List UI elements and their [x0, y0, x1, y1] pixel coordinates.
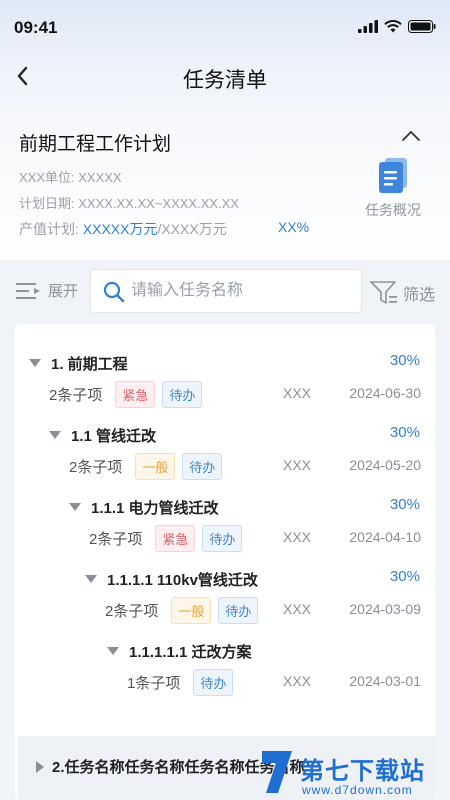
task-date: 2024-03-09 — [349, 601, 421, 617]
plan-unit: XXX单位: XXXXX — [19, 170, 122, 185]
search-icon — [103, 281, 125, 303]
subitem-count: 2条子项 — [89, 530, 143, 548]
plan-title: 前期工程工作计划 — [19, 134, 172, 155]
priority-tag: 紧急 — [155, 524, 196, 552]
chevron-up-icon[interactable] — [400, 128, 422, 144]
watermark-url: www.d7down.com — [302, 783, 413, 797]
document-icon — [379, 158, 407, 193]
task-row[interactable]: 1.1.1.1.1 迁改方案 1条子项 待办 XXX 2024-03-01 — [15, 640, 435, 712]
task-owner: XXX — [283, 673, 312, 689]
toolbar: 展开 筛选 — [0, 268, 450, 314]
search-input[interactable] — [131, 278, 351, 304]
task-name: 1.1 管线迁改 — [71, 427, 157, 445]
overview-button[interactable]: 任务概况 — [362, 158, 424, 220]
subitem-count: 2条子项 — [105, 602, 159, 620]
task-date: 2024-05-20 — [349, 457, 421, 473]
task-owner: XXX — [283, 385, 312, 401]
status-tag: 待办 — [182, 452, 223, 480]
task-owner: XXX — [283, 529, 312, 545]
task-owner: XXX — [283, 457, 312, 473]
output-percent: XX% — [278, 219, 310, 235]
status-tag: 待办 — [218, 596, 259, 624]
task-name: 1.1.1 电力管线迁改 — [91, 499, 219, 517]
filter-icon — [370, 281, 397, 304]
status-icons — [358, 20, 436, 33]
task-percent: 30% — [389, 352, 420, 369]
status-bar: 09:41 — [14, 18, 436, 38]
watermark-brand: 第七下载站 — [300, 758, 425, 785]
wifi-icon — [384, 20, 402, 33]
collapse-triangle-icon[interactable] — [49, 431, 61, 439]
output-total: /XXXX万元 — [157, 221, 227, 237]
task-row[interactable]: 1. 前期工程 30% 2条子项 紧急 待办 XXX 2024-06-30 — [15, 352, 435, 424]
search-box[interactable] — [90, 269, 362, 313]
task-row[interactable]: 1.1.1.1 110kv管线迁改 30% 2条子项 一般 待办 XXX 202… — [15, 568, 435, 640]
overview-label: 任务概况 — [365, 202, 421, 218]
task-percent: 30% — [389, 568, 420, 585]
expand-triangle-icon[interactable] — [36, 760, 44, 773]
expand-list-icon — [16, 282, 40, 299]
filter-button[interactable]: 筛选 — [370, 280, 435, 306]
task-date: 2024-06-30 — [349, 385, 421, 401]
task-percent: 30% — [389, 424, 420, 441]
subitem-count: 2条子项 — [49, 386, 103, 404]
status-time: 09:41 — [14, 18, 58, 37]
task-date: 2024-03-01 — [349, 673, 421, 689]
task-percent: 30% — [389, 496, 420, 513]
task-row[interactable]: 1.1 管线迁改 30% 2条子项 一般 待办 XXX 2024-05-20 — [15, 424, 435, 496]
page-title: 任务清单 — [183, 69, 267, 92]
priority-tag: 一般 — [171, 596, 212, 624]
watermark: 第七下载站 www.d7down.com — [258, 745, 448, 800]
header-area: 09:41 任务清单 — [0, 0, 450, 110]
battery-icon — [408, 20, 436, 33]
status-tag: 待办 — [162, 380, 203, 408]
collapse-triangle-icon[interactable] — [107, 647, 119, 655]
filter-label: 筛选 — [403, 287, 436, 304]
expand-button[interactable]: 展开 — [16, 280, 78, 301]
priority-tag: 紧急 — [115, 380, 156, 408]
task-row[interactable]: 1.1.1 电力管线迁改 30% 2条子项 紧急 待办 XXX 2024-04-… — [15, 496, 435, 568]
task-name: 1. 前期工程 — [51, 355, 128, 373]
priority-tag: 一般 — [135, 452, 176, 480]
nav-bar: 任务清单 — [0, 62, 450, 92]
task-name: 1.1.1.1.1 迁改方案 — [129, 643, 252, 661]
task-owner: XXX — [283, 601, 312, 617]
subitem-count: 1条子项 — [127, 674, 181, 692]
output-label: 产值计划: — [19, 221, 83, 237]
signal-icon — [358, 20, 378, 33]
task-date: 2024-04-10 — [349, 529, 421, 545]
collapse-triangle-icon[interactable] — [29, 359, 41, 367]
watermark-logo — [262, 751, 292, 793]
task-name: 1.1.1.1 110kv管线迁改 — [107, 571, 258, 589]
collapse-triangle-icon[interactable] — [69, 503, 81, 511]
plan-output: 产值计划: XXXXX万元/XXXX万元 — [19, 219, 227, 239]
output-value: XXXXX万元 — [82, 221, 158, 237]
task-list: 1. 前期工程 30% 2条子项 紧急 待办 XXX 2024-06-30 1.… — [15, 324, 435, 800]
subitem-count: 2条子项 — [69, 458, 123, 476]
expand-label: 展开 — [48, 283, 79, 300]
status-tag: 待办 — [202, 524, 243, 552]
collapse-triangle-icon[interactable] — [85, 575, 97, 583]
plan-date: 计划日期: XXXX.XX.XX~XXXX.XX.XX — [19, 196, 239, 211]
plan-card: 前期工程工作计划 XXX单位: XXXXX 计划日期: XXXX.XX.XX~X… — [0, 110, 450, 260]
status-tag: 待办 — [193, 668, 234, 696]
